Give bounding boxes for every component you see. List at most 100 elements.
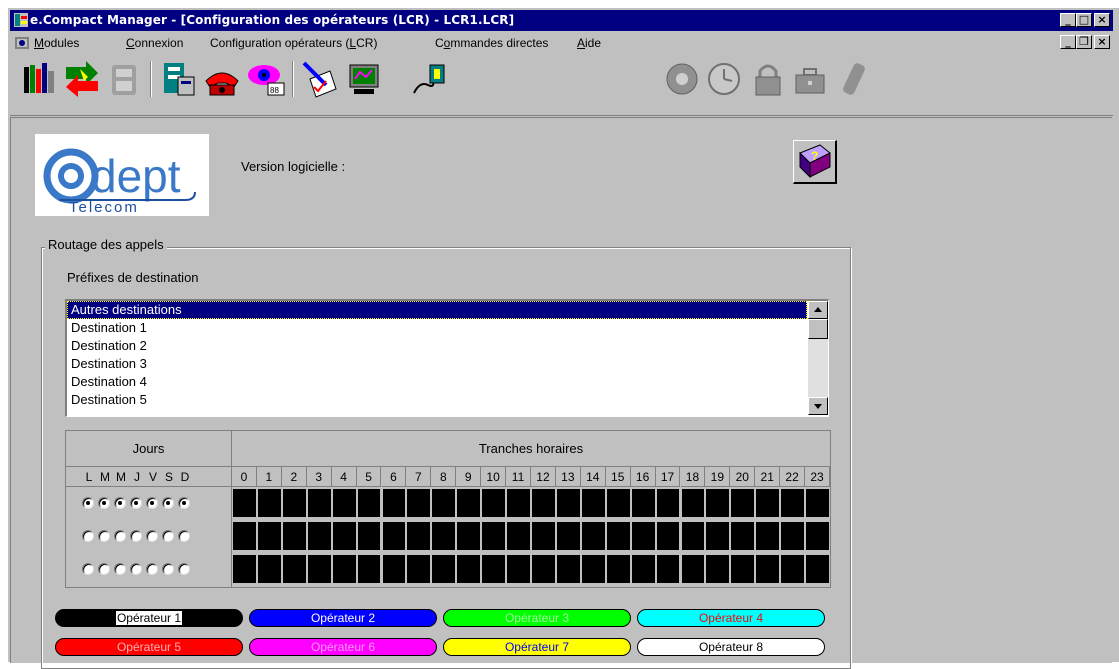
dial-disabled-icon[interactable] bbox=[662, 59, 702, 99]
time-slot-cell[interactable] bbox=[731, 522, 755, 550]
day-radio[interactable] bbox=[162, 530, 174, 542]
operator-4-button[interactable]: Opérateur 4 bbox=[637, 609, 825, 627]
destination-item[interactable]: Destination 2 bbox=[67, 337, 807, 355]
close-button[interactable]: × bbox=[1094, 13, 1110, 27]
clock-disabled-icon[interactable] bbox=[704, 59, 744, 99]
time-slot-cell[interactable] bbox=[532, 522, 555, 550]
time-slot-cell[interactable] bbox=[332, 555, 356, 583]
time-slot-cell[interactable] bbox=[806, 522, 829, 550]
plug-icon[interactable] bbox=[410, 59, 450, 99]
day-radio[interactable] bbox=[178, 530, 190, 542]
time-slot-cell[interactable] bbox=[257, 555, 281, 583]
time-slot-cell[interactable] bbox=[407, 555, 431, 583]
time-slot-cell[interactable] bbox=[656, 489, 680, 517]
day-radio[interactable] bbox=[146, 563, 158, 575]
time-slot-cell[interactable] bbox=[432, 555, 456, 583]
briefcase-disabled-icon[interactable] bbox=[790, 59, 830, 99]
time-slot-cell[interactable] bbox=[233, 489, 256, 517]
time-slot-cell[interactable] bbox=[656, 555, 680, 583]
time-slot-cell[interactable] bbox=[606, 489, 630, 517]
minimize-button[interactable]: _ bbox=[1060, 13, 1076, 27]
destination-listbox[interactable]: Autres destinations Destination 1 Destinat… bbox=[65, 299, 829, 417]
time-slot-cell[interactable] bbox=[806, 489, 829, 517]
phone-disabled-icon[interactable] bbox=[104, 59, 144, 99]
time-slot-cell[interactable] bbox=[457, 522, 481, 550]
connection-arrows-icon[interactable] bbox=[62, 59, 102, 99]
lock-disabled-icon[interactable] bbox=[748, 59, 788, 99]
time-slot-cell[interactable] bbox=[282, 555, 306, 583]
time-slot-cell[interactable] bbox=[706, 489, 730, 517]
mobile-disabled-icon[interactable] bbox=[832, 59, 872, 99]
menu-item-2[interactable]: Configuration opérateurs (LCR) bbox=[210, 36, 377, 50]
time-slot-cell[interactable] bbox=[556, 522, 580, 550]
time-slot-cell[interactable] bbox=[307, 522, 331, 550]
scroll-thumb[interactable] bbox=[808, 319, 828, 339]
destination-item[interactable]: Autres destinations bbox=[67, 301, 807, 319]
time-slot-cell[interactable] bbox=[432, 489, 456, 517]
time-slot-cell[interactable] bbox=[731, 489, 755, 517]
time-slot-cell[interactable] bbox=[532, 555, 555, 583]
day-radio[interactable] bbox=[130, 530, 142, 542]
time-slot-cell[interactable] bbox=[706, 522, 730, 550]
day-radio[interactable] bbox=[178, 497, 190, 509]
time-slot-cell[interactable] bbox=[781, 522, 805, 550]
time-slot-cell[interactable] bbox=[606, 555, 630, 583]
operator-7-button[interactable]: Opérateur 7 bbox=[443, 638, 631, 656]
time-slot-cell[interactable] bbox=[407, 489, 431, 517]
day-radio[interactable] bbox=[114, 497, 126, 509]
operator-3-button[interactable]: Opérateur 3 bbox=[443, 609, 631, 627]
day-radio[interactable] bbox=[98, 530, 110, 542]
time-slot-cell[interactable] bbox=[357, 489, 381, 517]
day-radio[interactable] bbox=[82, 530, 94, 542]
time-slot-cell[interactable] bbox=[257, 522, 281, 550]
day-radio[interactable] bbox=[130, 563, 142, 575]
time-slot-cell[interactable] bbox=[606, 522, 630, 550]
time-slot-cell[interactable] bbox=[681, 489, 705, 517]
day-radio[interactable] bbox=[146, 497, 158, 509]
day-radio[interactable] bbox=[130, 497, 142, 509]
telephone-icon[interactable] bbox=[202, 59, 242, 99]
time-slot-cell[interactable] bbox=[457, 555, 481, 583]
time-slot-cell[interactable] bbox=[806, 555, 829, 583]
edit-document-icon[interactable] bbox=[300, 59, 340, 99]
time-slot-cell[interactable] bbox=[382, 555, 406, 583]
time-slot-cell[interactable] bbox=[756, 555, 780, 583]
time-slot-cell[interactable] bbox=[556, 489, 580, 517]
time-slot-cell[interactable] bbox=[457, 489, 481, 517]
time-slot-cell[interactable] bbox=[731, 555, 755, 583]
time-slot-cell[interactable] bbox=[432, 522, 456, 550]
scroll-down-button[interactable] bbox=[808, 397, 828, 415]
time-slot-cell[interactable] bbox=[756, 522, 780, 550]
time-slot-cell[interactable] bbox=[581, 522, 605, 550]
day-radio[interactable] bbox=[114, 563, 126, 575]
monitor-eye-icon[interactable]: 88 bbox=[246, 59, 286, 99]
time-slot-cell[interactable] bbox=[631, 522, 655, 550]
time-slot-cell[interactable] bbox=[656, 522, 680, 550]
mdi-restore-button[interactable]: ❐ bbox=[1076, 35, 1092, 49]
maximize-button[interactable]: □ bbox=[1076, 13, 1092, 27]
day-radio[interactable] bbox=[82, 563, 94, 575]
operator-1-button[interactable]: Opérateur 1 bbox=[55, 609, 243, 627]
day-radio[interactable] bbox=[114, 530, 126, 542]
mdi-close-button[interactable]: × bbox=[1094, 35, 1110, 49]
title-bar[interactable]: e.Compact Manager - [Configuration des o… bbox=[10, 10, 1113, 31]
time-slot-cell[interactable] bbox=[706, 555, 730, 583]
operator-5-button[interactable]: Opérateur 5 bbox=[55, 638, 243, 656]
operator-8-button[interactable]: Opérateur 8 bbox=[637, 638, 825, 656]
time-slot-cell[interactable] bbox=[407, 522, 431, 550]
time-slot-cell[interactable] bbox=[507, 489, 530, 517]
time-slot-cell[interactable] bbox=[781, 489, 805, 517]
menu-item-0[interactable]: Modules bbox=[34, 36, 79, 50]
help-button[interactable]: ? bbox=[793, 140, 837, 184]
destination-item[interactable]: Destination 4 bbox=[67, 373, 807, 391]
time-slot-cell[interactable] bbox=[482, 522, 506, 550]
listbox-scrollbar[interactable] bbox=[808, 301, 828, 415]
network-computer-icon[interactable] bbox=[344, 59, 384, 99]
document-icon[interactable] bbox=[14, 35, 30, 51]
time-slot-cell[interactable] bbox=[332, 489, 356, 517]
time-slot-cell[interactable] bbox=[681, 555, 705, 583]
time-slot-cell[interactable] bbox=[332, 522, 356, 550]
time-slot-cell[interactable] bbox=[507, 522, 530, 550]
time-slot-cell[interactable] bbox=[532, 489, 555, 517]
time-slot-cell[interactable] bbox=[233, 522, 256, 550]
